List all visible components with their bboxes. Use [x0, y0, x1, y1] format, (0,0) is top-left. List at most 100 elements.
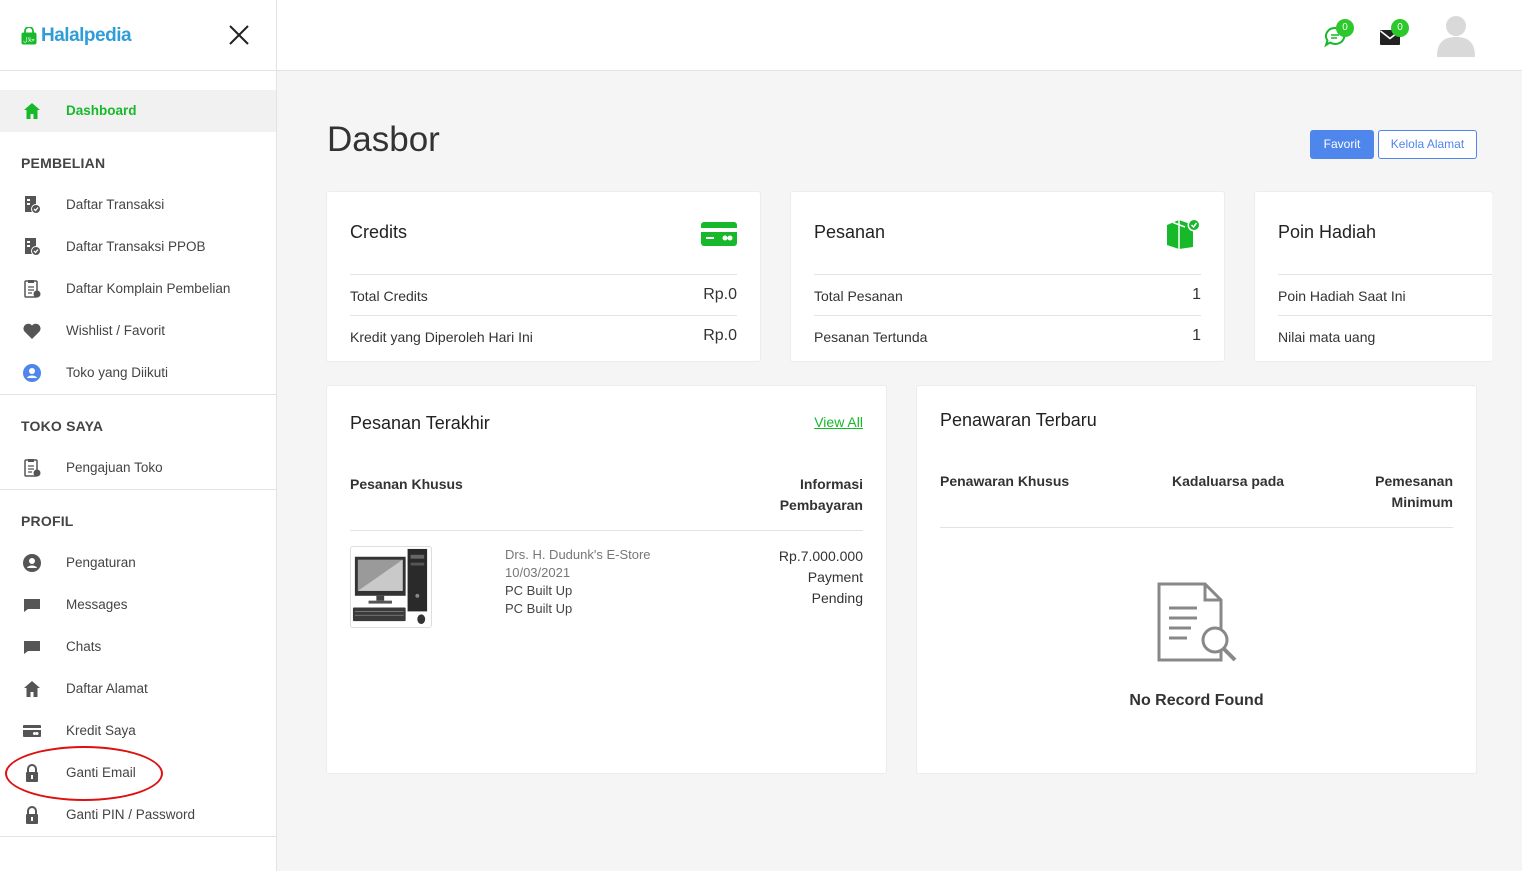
sidebar-item-label: Chats: [66, 639, 102, 654]
credits-card: Credits Total Credits Rp.0 Kredit yang D…: [326, 191, 761, 362]
order-item: PC Built Up: [505, 583, 573, 598]
column-header-offer: Penawaran Khusus: [940, 473, 1070, 489]
card-title: Poin Hadiah: [1278, 222, 1377, 242]
sidebar-item-messages[interactable]: Messages: [0, 584, 276, 626]
card-divider: [814, 315, 1201, 316]
lock-icon: [26, 806, 38, 824]
brand-logo[interactable]: حلال Halalpedia: [20, 25, 132, 47]
top-bar: 0 0: [277, 0, 1522, 71]
document-search-icon: [1157, 582, 1237, 662]
sidebar-item-pengajuan-toko[interactable]: Pengajuan Toko: [0, 447, 276, 489]
view-all-link[interactable]: View All: [814, 414, 863, 430]
stat-label: Nilai mata uang: [1278, 329, 1376, 345]
home-icon: [24, 103, 40, 119]
stat-label: Poin Hadiah Saat Ini: [1278, 288, 1406, 304]
credit-card-icon: [23, 725, 41, 737]
kelola-alamat-button[interactable]: Kelola Alamat: [1378, 130, 1477, 159]
sidebar-item-wishlist[interactable]: Wishlist / Favorit: [0, 310, 276, 352]
svg-text:حلال: حلال: [23, 37, 35, 44]
sidebar-item-daftar-transaksi[interactable]: Daftar Transaksi: [0, 184, 276, 226]
column-header-line: Informasi: [799, 476, 863, 492]
section-heading-pembelian: PEMBELIAN: [21, 155, 106, 171]
card-divider: [1278, 274, 1492, 275]
close-icon[interactable]: [228, 24, 250, 46]
order-status: Payment: [807, 569, 863, 585]
sidebar-item-label: Messages: [66, 597, 128, 612]
chat-icon: [24, 641, 40, 654]
favorit-button[interactable]: Favorit: [1310, 130, 1374, 159]
card-title: Pesanan: [814, 222, 886, 242]
avatar[interactable]: [1437, 13, 1475, 57]
sidebar-item-dashboard[interactable]: Dashboard: [0, 90, 276, 132]
column-header-expiry: Kadaluarsa pada: [1172, 473, 1285, 489]
table-divider: [350, 530, 863, 531]
section-heading-toko-saya: TOKO SAYA: [21, 418, 104, 434]
card-divider: [814, 274, 1201, 275]
sidebar-divider: [0, 489, 276, 490]
card-divider: [350, 274, 737, 275]
receipt-check-icon: [25, 238, 41, 256]
column-header-minimum: Pemesanan Minimum: [1375, 471, 1453, 513]
receipt-check-icon: [25, 196, 41, 214]
stat-value: Rp.0: [703, 327, 737, 344]
order-store-name[interactable]: Drs. H. Dudunk's E-Store: [505, 547, 651, 562]
sidebar-header: حلال Halalpedia: [0, 0, 276, 71]
sidebar-item-label: Daftar Alamat: [66, 681, 148, 696]
clipboard-icon: [24, 459, 41, 477]
sidebar-item-label: Dashboard: [66, 103, 137, 118]
column-header-line: Pemesanan: [1375, 473, 1453, 489]
sidebar-item-label: Kredit Saya: [66, 723, 136, 738]
section-heading-profil: PROFIL: [21, 513, 74, 529]
stat-label: Total Pesanan: [814, 288, 903, 304]
card-divider: [1278, 315, 1492, 316]
package-check-icon: [1167, 218, 1201, 249]
heart-icon: [23, 323, 41, 339]
sidebar-item-label: Pengaturan: [66, 555, 136, 570]
page-title: Dasbor: [327, 120, 440, 159]
sidebar-item-pengaturan[interactable]: Pengaturan: [0, 542, 276, 584]
stat-label: Kredit yang Diperoleh Hari Ini: [350, 329, 533, 345]
shopping-bag-icon: حلال: [21, 27, 37, 45]
sidebar-item-ganti-pin-password[interactable]: Ganti PIN / Password: [0, 794, 276, 836]
chat-count-badge: 0: [1336, 19, 1354, 37]
sidebar: حلال Halalpedia Dashboard PEMBELIAN Daft…: [0, 0, 277, 871]
sidebar-item-label: Daftar Transaksi PPOB: [66, 239, 206, 254]
sidebar-item-chats[interactable]: Chats: [0, 626, 276, 668]
sidebar-item-label: Pengajuan Toko: [66, 460, 163, 475]
sidebar-divider: [0, 836, 276, 837]
sidebar-item-kredit-saya[interactable]: Kredit Saya: [0, 710, 276, 752]
order-date: 10/03/2021: [505, 565, 571, 580]
column-header-line: Pembayaran: [779, 497, 863, 513]
column-header-line: Minimum: [1391, 494, 1453, 510]
pesanan-card: Pesanan Total Pesanan 1 Pesanan Tertunda…: [790, 191, 1225, 362]
sidebar-item-daftar-alamat[interactable]: Daftar Alamat: [0, 668, 276, 710]
user-circle-icon: [23, 364, 41, 382]
card-divider: [350, 315, 737, 316]
sidebar-item-daftar-transaksi-ppob[interactable]: Daftar Transaksi PPOB: [0, 226, 276, 268]
panel-title: Penawaran Terbaru: [940, 410, 1097, 430]
poin-hadiah-card: Poin Hadiah Poin Hadiah Saat Ini Nilai m…: [1254, 191, 1492, 362]
stat-label: Total Credits: [350, 288, 428, 304]
column-header-payment: Informasi Pembayaran: [780, 474, 863, 516]
sidebar-item-label: Daftar Komplain Pembelian: [66, 281, 231, 296]
table-divider: [940, 527, 1453, 528]
offers-panel: Penawaran Terbaru Penawaran Khusus Kadal…: [916, 385, 1477, 774]
order-status: Pending: [811, 590, 863, 606]
clipboard-icon: [24, 280, 41, 298]
sidebar-item-ganti-email[interactable]: Ganti Email: [0, 752, 276, 794]
column-header-order: Pesanan Khusus: [350, 476, 463, 492]
home-icon: [24, 681, 40, 697]
sidebar-item-daftar-komplain[interactable]: Daftar Komplain Pembelian: [0, 268, 276, 310]
product-thumbnail[interactable]: [350, 546, 432, 628]
stat-value: 1: [1192, 286, 1201, 303]
user-circle-icon: [23, 554, 41, 572]
sidebar-divider: [0, 394, 276, 395]
order-amount: Rp.7.000.000: [778, 548, 863, 564]
brand-name: Halalpedia: [41, 25, 132, 46]
sidebar-item-label: Toko yang Diikuti: [66, 365, 169, 380]
sidebar-item-toko-diikuti[interactable]: Toko yang Diikuti: [0, 352, 276, 394]
card-title: Credits: [350, 222, 408, 242]
recent-orders-panel: Pesanan Terakhir View All Pesanan Khusus…: [326, 385, 887, 774]
stat-value: 1: [1192, 327, 1201, 344]
message-icon: [24, 599, 40, 612]
